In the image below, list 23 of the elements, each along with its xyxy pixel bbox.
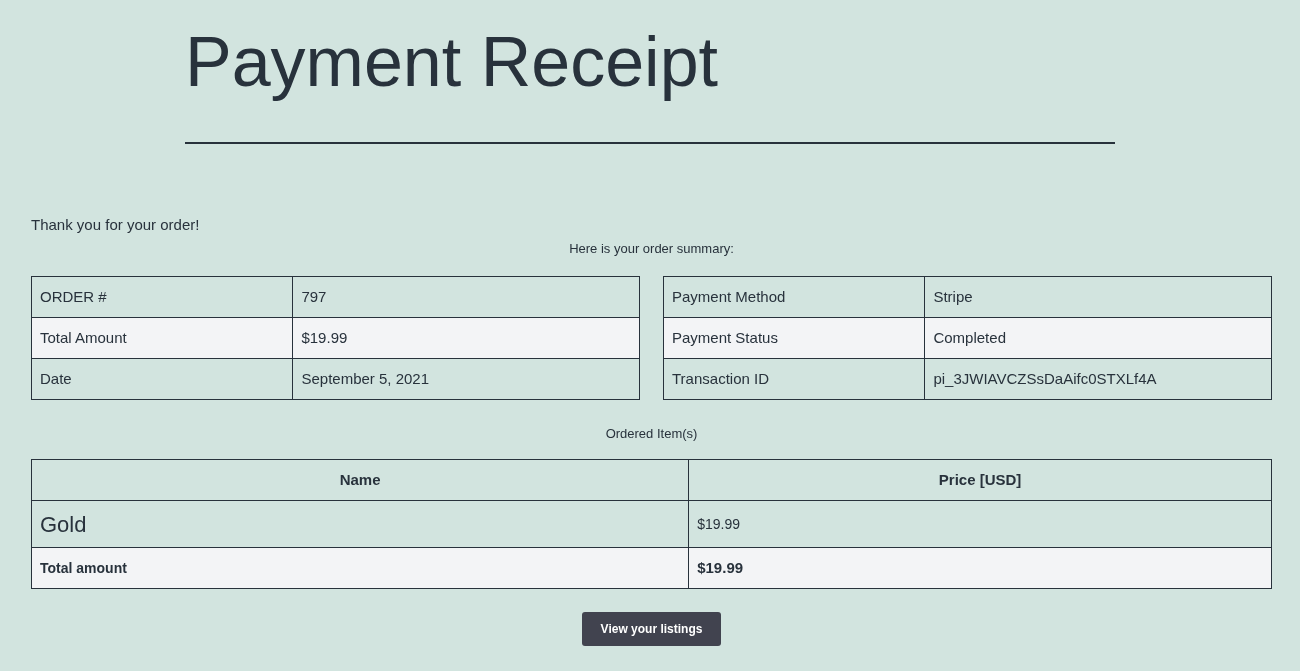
table-cell: Total amount [31,547,689,589]
table-cell: Total Amount [31,317,293,359]
table-cell: Transaction ID [663,358,925,400]
table-cell: Stripe [924,276,1272,318]
table-cell: Payment Method [663,276,925,318]
column-header: Name [31,459,689,501]
table-cell: ORDER # [31,276,293,318]
table-cell: Date [31,358,293,400]
page-title: Payment Receipt [185,22,720,103]
table-cell: $19.99 [688,547,1272,589]
view-listings-button[interactable]: View your listings [581,612,722,646]
table-cell: $19.99 [688,500,1272,548]
table-cell: Completed [924,317,1272,359]
table-cell: September 5, 2021 [292,358,640,400]
column-header: Price [USD] [688,459,1272,501]
summary-caption: Here is your order summary: [568,240,735,258]
items-caption: Ordered Item(s) [604,425,699,443]
table-cell: pi_3JWIAVCZSsDaAifc0STXLf4A [924,358,1272,400]
table-cell: 797 [292,276,640,318]
thank-you-text: Thank you for your order! [31,215,201,235]
table-cell: $19.99 [292,317,640,359]
table-cell: Gold [31,500,689,548]
table-cell: Payment Status [663,317,925,359]
